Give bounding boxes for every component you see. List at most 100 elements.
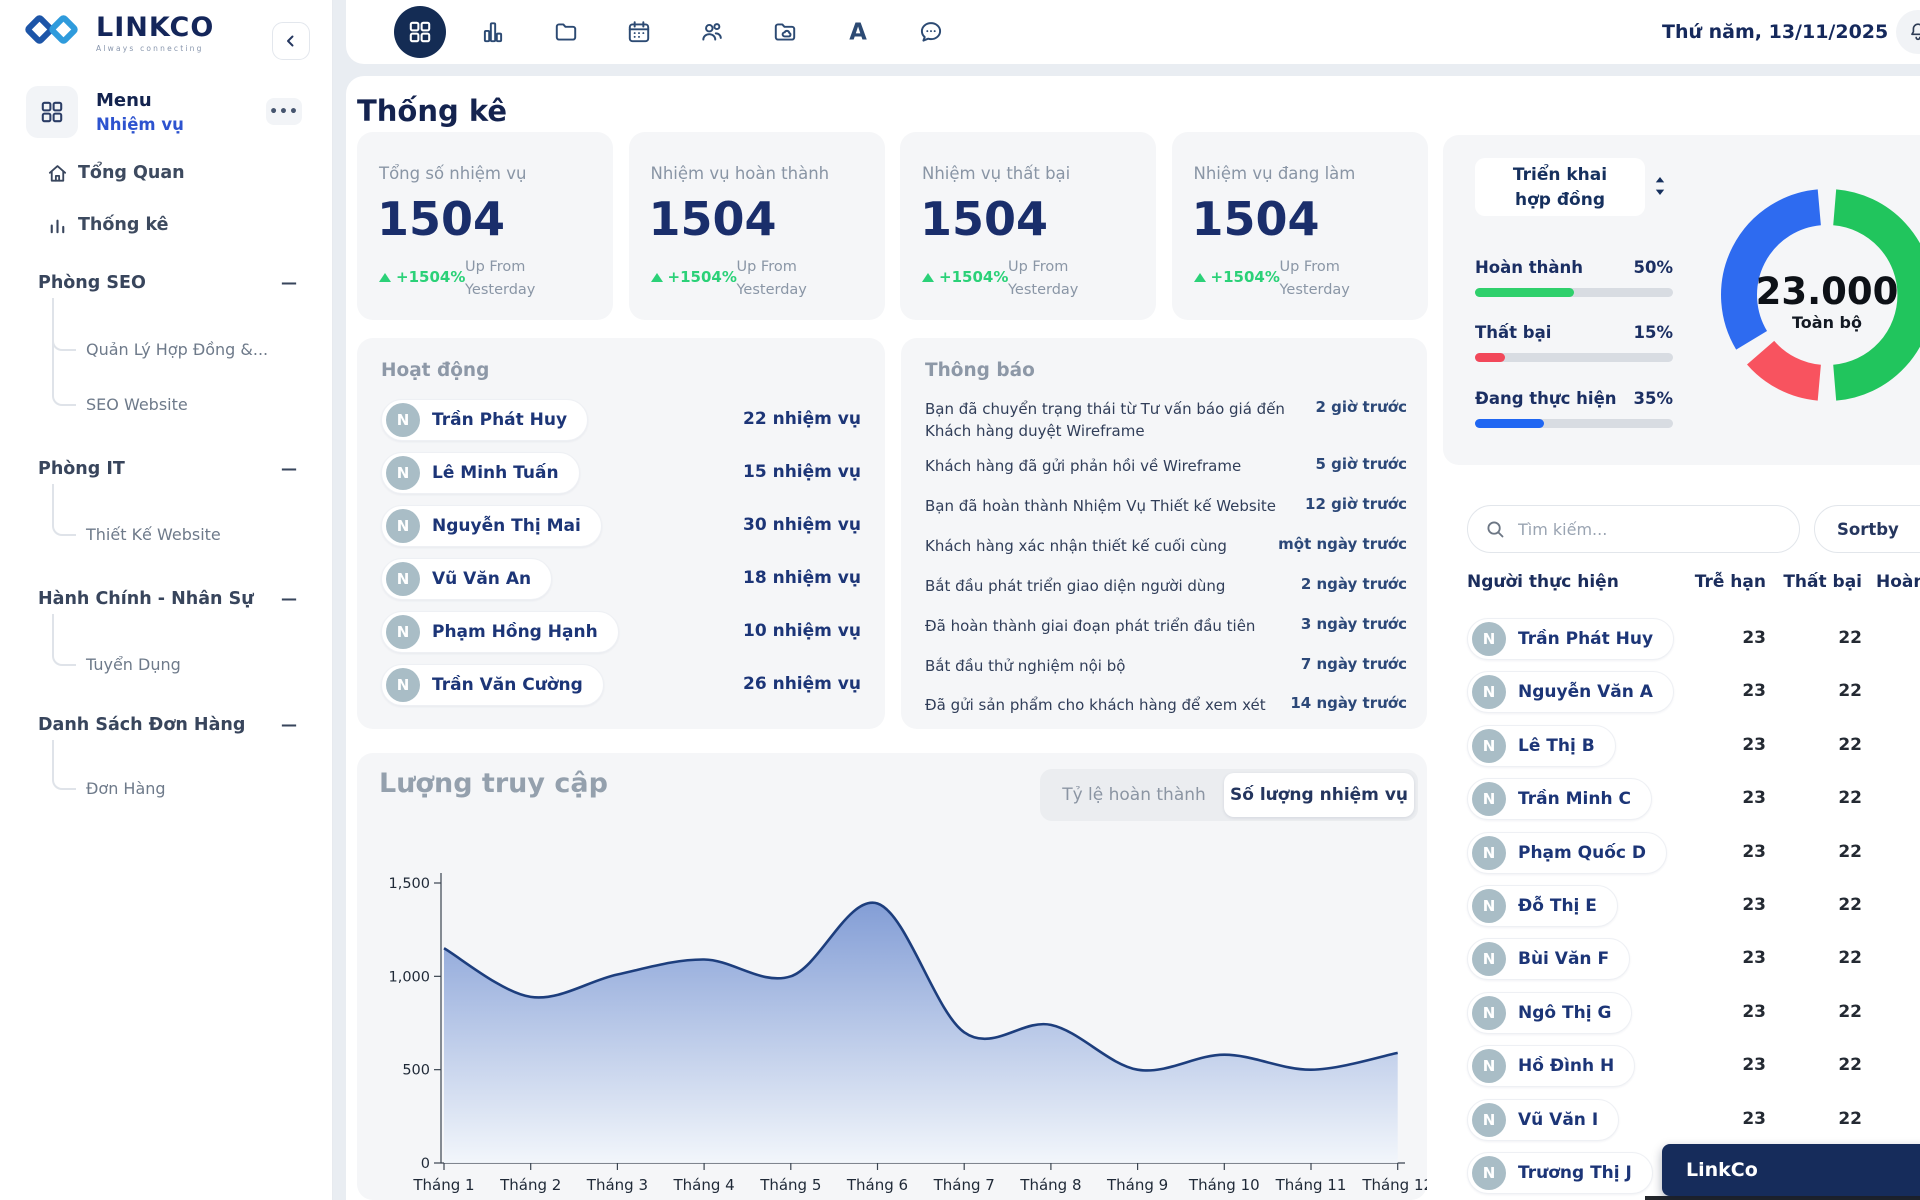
stat-card-value: 1504 — [1192, 196, 1320, 242]
notification-item[interactable]: Bắt đầu thử nghiệm nội bộ7 ngày trước — [925, 655, 1407, 677]
activity-person[interactable]: NLê Minh Tuấn — [381, 452, 580, 494]
topbar-ads-icon[interactable]: A — [832, 6, 884, 58]
late-count: 23 — [1706, 788, 1766, 808]
notification-item[interactable]: Bạn đã chuyển trạng thái từ Tư vấn báo g… — [925, 398, 1407, 442]
sortby-button[interactable]: Sortby — [1814, 505, 1920, 553]
activity-person[interactable]: N Nguyễn Thị Mai — [381, 505, 602, 547]
bottom-edge — [1645, 1196, 1920, 1200]
collapse-section-button[interactable]: — — [278, 273, 300, 292]
menu-subtitle[interactable]: Nhiệm vụ — [96, 115, 184, 134]
delta-value: +1504% — [939, 268, 1008, 286]
sidebar-section-label[interactable]: Phòng IT — [38, 459, 125, 479]
note-line: Up From — [1008, 256, 1078, 279]
topbar-bar-chart-icon[interactable] — [467, 6, 519, 58]
sort-arrows-icon[interactable] — [1650, 175, 1670, 197]
performer-name: Vũ Văn I — [1518, 1110, 1598, 1130]
tree-connector — [52, 484, 76, 536]
performer-name: Đỗ Thị E — [1518, 896, 1597, 916]
menu-grid-icon[interactable] — [26, 86, 78, 138]
sidebar-section-label[interactable]: Danh Sách Đơn Hàng — [38, 715, 245, 735]
notification-item[interactable]: Khách hàng xác nhận thiết kế cuối cùngmộ… — [925, 535, 1407, 557]
activity-person[interactable]: NPhạm Hồng Hạnh — [381, 611, 619, 653]
performer-row[interactable]: NVũ Văn I — [1467, 1099, 1619, 1141]
trend-up-icon — [1194, 273, 1206, 282]
bell-icon — [1907, 21, 1920, 43]
collapse-section-button[interactable]: — — [278, 715, 300, 734]
menu-more-button[interactable]: ••• — [266, 98, 302, 125]
notification-item[interactable]: Đã hoàn thành giai đoạn phát triển đầu t… — [925, 615, 1407, 637]
performer-row[interactable]: NPhạm Quốc D — [1467, 832, 1667, 874]
performer-row[interactable]: NHồ Đình H — [1467, 1045, 1635, 1087]
performer-row[interactable]: NNgô Thị G — [1467, 992, 1632, 1034]
topbar-folder-cloud-icon[interactable] — [759, 6, 811, 58]
failed-count: 22 — [1802, 628, 1862, 648]
delta-value: +1504% — [1211, 268, 1280, 286]
column-header-completed: Hoàn thành — [1876, 572, 1920, 592]
column-header-late: Trễ hạn — [1676, 572, 1766, 592]
notification-text: Bạn đã hoàn thành Nhiệm Vụ Thiết kế Webs… — [925, 495, 1297, 517]
avatar: N — [1472, 1156, 1506, 1190]
performer-row[interactable]: NTrần Minh C — [1467, 778, 1652, 820]
notifications-bell-button[interactable] — [1896, 10, 1920, 54]
task-count: 15 nhiệm vụ — [743, 462, 861, 482]
sidebar-section-label[interactable]: Phòng SEO — [38, 273, 146, 293]
notification-item[interactable]: Bắt đầu phát triển giao diện người dùng2… — [925, 575, 1407, 597]
task-count: 30 nhiệm vụ — [743, 515, 861, 535]
collapse-section-button[interactable]: — — [278, 459, 300, 478]
search-input[interactable] — [1516, 507, 1786, 551]
note-line: Up From — [1280, 256, 1350, 279]
person-name: Vũ Văn An — [432, 569, 531, 589]
x-tick-label: Tháng 1 — [412, 1176, 474, 1194]
late-count: 23 — [1706, 681, 1766, 701]
topbar-chat-icon[interactable] — [905, 6, 957, 58]
notification-item[interactable]: Khách hàng đã gửi phản hồi về Wireframe5… — [925, 455, 1407, 477]
late-count: 23 — [1706, 895, 1766, 915]
brand-tagline: Always connecting — [96, 44, 214, 53]
person-name: Phạm Hồng Hạnh — [432, 622, 598, 642]
sidebar-item-thong-ke[interactable]: Thống kê — [0, 210, 333, 244]
sidebar-subitem[interactable]: SEO Website — [86, 395, 188, 414]
stat-card-value: 1504 — [377, 196, 505, 242]
sidebar-item-tong-quan[interactable]: Tổng Quan — [0, 158, 333, 192]
topbar-users-icon[interactable] — [686, 6, 738, 58]
notification-time: một ngày trước — [1278, 535, 1407, 553]
sidebar-subitem[interactable]: Tuyển Dụng — [86, 655, 181, 674]
sidebar-subitem[interactable]: Đơn Hàng — [86, 779, 166, 798]
performer-row[interactable]: NTrương Thị J — [1467, 1152, 1653, 1194]
trend-up-icon — [379, 273, 391, 282]
performer-row[interactable]: NLê Thị B — [1467, 725, 1616, 767]
topbar-calendar-icon[interactable] — [613, 6, 665, 58]
sidebar-collapse-button[interactable] — [272, 22, 310, 60]
notification-item[interactable]: Bạn đã hoàn thành Nhiệm Vụ Thiết kế Webs… — [925, 495, 1407, 517]
avatar: N — [1472, 782, 1506, 816]
failed-count: 22 — [1802, 1109, 1862, 1129]
avatar: N — [1472, 996, 1506, 1030]
sidebar-section-label[interactable]: Hành Chính - Nhân Sự — [38, 589, 254, 609]
note-line: Yesterday — [1008, 279, 1078, 302]
performer-row[interactable]: NĐỗ Thị E — [1467, 885, 1618, 927]
person-name: Nguyễn Thị Mai — [432, 516, 581, 536]
sidebar-subitem[interactable]: Thiết Kế Website — [86, 525, 221, 544]
collapse-section-button[interactable]: — — [278, 589, 300, 608]
avatar: N — [386, 509, 420, 543]
progress-percent: 15% — [1603, 323, 1673, 342]
activity-person[interactable]: NVũ Văn An — [381, 558, 552, 600]
stat-card-delta: +1504% — [651, 268, 737, 286]
progress-track — [1475, 288, 1673, 297]
topbar-grid-icon[interactable] — [394, 6, 446, 58]
sidebar-subitem[interactable]: Quản Lý Hợp Đồng &... — [86, 340, 268, 359]
y-tick-label: 1,500 — [388, 876, 430, 892]
activity-person[interactable]: NTrần Văn Cường — [381, 664, 604, 706]
avatar: N — [386, 403, 420, 437]
y-tick-label: 1,000 — [388, 969, 430, 985]
activity-person[interactable]: NTrần Phát Huy — [381, 399, 588, 441]
topbar-folder-icon[interactable] — [540, 6, 592, 58]
performer-row[interactable]: NBùi Văn F — [1467, 938, 1630, 980]
brand-logo[interactable]: LINKCO Always connecting — [24, 12, 214, 54]
avatar: N — [1472, 1049, 1506, 1083]
performer-row[interactable]: NTrần Phát Huy — [1467, 618, 1674, 660]
performer-row[interactable]: NNguyễn Văn A — [1467, 671, 1674, 713]
stat-card-delta: +1504% — [379, 268, 465, 286]
stat-card-title: Nhiệm vụ thất bại — [922, 164, 1070, 183]
notification-item[interactable]: Đã gửi sản phẩm cho khách hàng để xem xé… — [925, 694, 1407, 716]
